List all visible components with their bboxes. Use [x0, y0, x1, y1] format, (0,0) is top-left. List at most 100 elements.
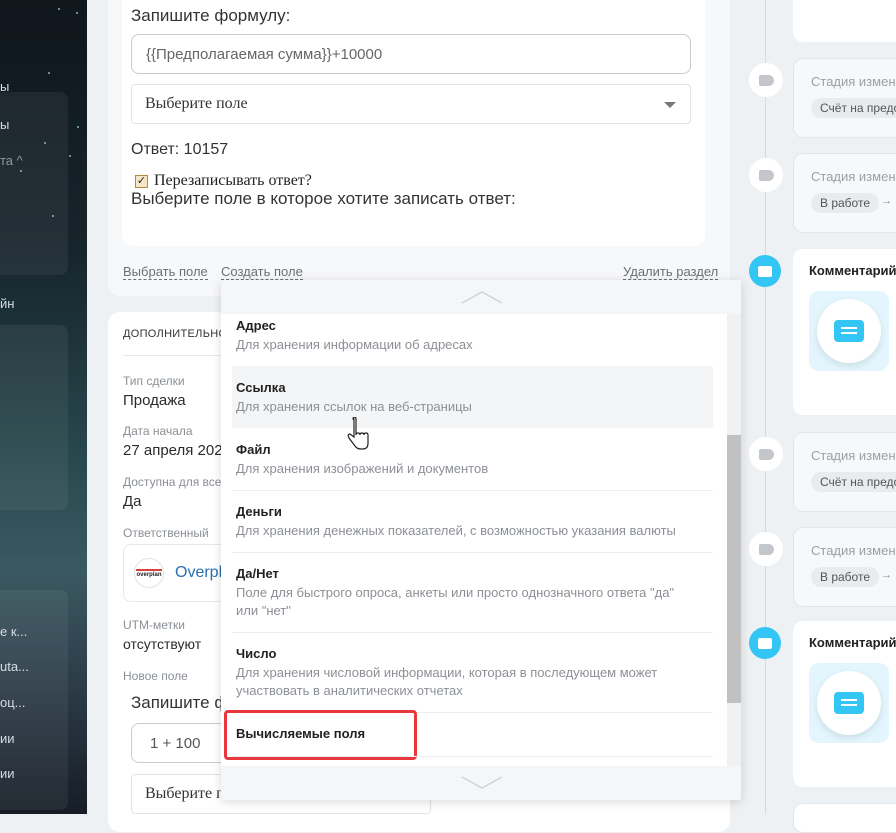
chevron-up-icon: [461, 291, 503, 304]
dropdown-item-money[interactable]: Деньги Для хранения денежных показателей…: [221, 502, 713, 540]
formula-label: Запишите формулу:: [131, 6, 291, 25]
stage-change-card: Стадия измен Счёт на предо: [793, 432, 896, 512]
dropdown-item-link[interactable]: Ссылка Для хранения ссылок на веб-страни…: [232, 366, 713, 428]
responsible-label: Ответственный: [123, 526, 209, 540]
comment-card: Комментарий: [793, 621, 896, 787]
stage-pill: Счёт на предо: [811, 472, 896, 492]
comment-icon: [758, 265, 772, 277]
avatar: overplan: [134, 558, 164, 588]
stage-change-card: Стадия измен В работе →: [793, 527, 896, 607]
item-title: Деньги: [236, 504, 282, 519]
divider: [232, 490, 713, 491]
sidebar-item[interactable]: йн: [0, 296, 14, 311]
item-title: Адрес: [236, 318, 276, 333]
tag-icon: [758, 448, 774, 460]
dropdown-item-yes-no[interactable]: Да/Нет Поле для быстрого опроса, анкеты …: [221, 564, 713, 620]
deal-type-label: Тип сделки: [123, 374, 185, 388]
sidebar-item[interactable]: та ^: [0, 153, 23, 168]
comment-thumbnail[interactable]: [809, 663, 889, 743]
section-title: ДОПОЛНИТЕЛЬНО: [123, 328, 228, 340]
stage-title: Стадия измен: [811, 543, 896, 558]
select-placeholder: Выберите поле: [145, 95, 248, 112]
sidebar-item[interactable]: ы: [0, 117, 9, 132]
dropdown-item-address[interactable]: Адрес Для хранения информации об адресах: [221, 316, 713, 354]
stage-dot: [749, 158, 783, 192]
chevron-down-icon: [664, 102, 676, 108]
checkbox-checked[interactable]: ✓: [135, 174, 148, 188]
stage-title: Стадия измен: [811, 74, 896, 89]
overwrite-label: Перезаписывать ответ?: [154, 172, 312, 189]
comment-icon: [834, 320, 864, 342]
utm-label: UTM-метки: [123, 618, 185, 632]
sidebar-group: [0, 325, 68, 510]
stage-dot: [749, 63, 783, 97]
scroll-up-button[interactable]: [221, 280, 741, 314]
divider: [232, 632, 713, 633]
stage-change-card: Стадия измен Счёт на предо: [793, 58, 896, 138]
divider: [232, 552, 713, 553]
tag-icon: [758, 169, 774, 181]
field-type-dropdown: Адрес Для хранения информации об адресах…: [221, 280, 741, 800]
formula-input[interactable]: {{Предполагаемая сумма}}+10000: [131, 34, 691, 74]
scrollbar-thumb[interactable]: [727, 435, 741, 703]
item-desc: Для хранения изображений и документов: [236, 461, 489, 476]
formula-label: Запишите ф: [131, 693, 229, 712]
sidebar-item[interactable]: ии: [0, 766, 15, 781]
tag-icon: [758, 543, 774, 555]
item-title: Ссылка: [236, 380, 286, 395]
comment-icon: [758, 637, 772, 649]
stage-title: Стадия измен: [811, 169, 896, 184]
stage-pill: В работе: [811, 193, 880, 213]
field-select[interactable]: Выберите поле: [131, 84, 691, 124]
item-desc: Для хранения информации об адресах: [236, 337, 473, 352]
divider: [232, 756, 713, 757]
new-field-label: Новое поле: [123, 669, 188, 683]
answer-text: Ответ: 10157: [131, 141, 229, 158]
choose-field-link[interactable]: Выбрать поле: [123, 265, 208, 280]
item-desc: Для хранения ссылок на веб-страницы: [236, 399, 472, 414]
delete-section-link[interactable]: Удалить раздел: [623, 265, 719, 280]
tag-icon: [758, 74, 774, 86]
arrow-icon: →: [881, 569, 892, 581]
sidebar-item[interactable]: оц...: [0, 695, 26, 710]
chevron-down-icon: [461, 776, 503, 789]
create-field-link[interactable]: Создать поле: [221, 265, 303, 280]
dropdown-item-number[interactable]: Число Для хранения числовой информации, …: [221, 644, 713, 700]
comment-thumbnail[interactable]: [809, 291, 889, 371]
scrollbar-track[interactable]: [727, 314, 741, 766]
start-date-label: Дата начала: [123, 424, 193, 438]
scroll-down-button[interactable]: [221, 766, 741, 800]
sidebar-item[interactable]: ы: [0, 79, 9, 94]
item-title: Число: [236, 646, 277, 661]
utm-value: отсутствуют: [123, 636, 202, 652]
sidebar-group: [0, 92, 68, 275]
item-title: Файл: [236, 442, 271, 457]
timeline-card: [793, 0, 896, 42]
sidebar: ы ы та ^ йн е к... uta... оц... ии ии: [0, 0, 87, 814]
sidebar-item[interactable]: uta...: [0, 659, 29, 674]
sidebar-item[interactable]: е к...: [0, 624, 27, 639]
stage-dot: [749, 437, 783, 471]
target-label: Выберите поле в которое хотите записать …: [131, 189, 516, 208]
timeline-card: [793, 803, 896, 833]
stage-pill: Счёт на предо: [811, 98, 896, 118]
arrow-icon: →: [881, 195, 892, 207]
sidebar-item[interactable]: ии: [0, 731, 15, 746]
formula-card: Запишите формулу: {{Предполагаемая сумма…: [122, 0, 705, 246]
deal-type-value: Продажа: [123, 392, 186, 409]
stage-title: Стадия измен: [811, 448, 896, 463]
stage-pill: В работе: [811, 567, 880, 587]
highlight-box: [224, 710, 417, 760]
stage-dot: [749, 532, 783, 566]
overwrite-checkbox-row[interactable]: ✓ Перезаписывать ответ?: [135, 172, 312, 190]
comment-title: Комментарий: [809, 635, 896, 650]
access-label: Доступна для всех: [123, 475, 228, 489]
dropdown-item-file[interactable]: Файл Для хранения изображений и документ…: [221, 440, 713, 478]
formula-section: Запишите формулу: {{Предполагаемая сумма…: [108, 0, 730, 296]
comment-dot: [749, 627, 781, 659]
comment-icon: [834, 692, 864, 714]
item-title: Да/Нет: [236, 566, 279, 581]
stage-change-card: Стадия измен В работе →: [793, 153, 896, 233]
item-desc: Для хранения числовой информации, котора…: [236, 665, 658, 698]
access-value: Да: [123, 493, 142, 510]
